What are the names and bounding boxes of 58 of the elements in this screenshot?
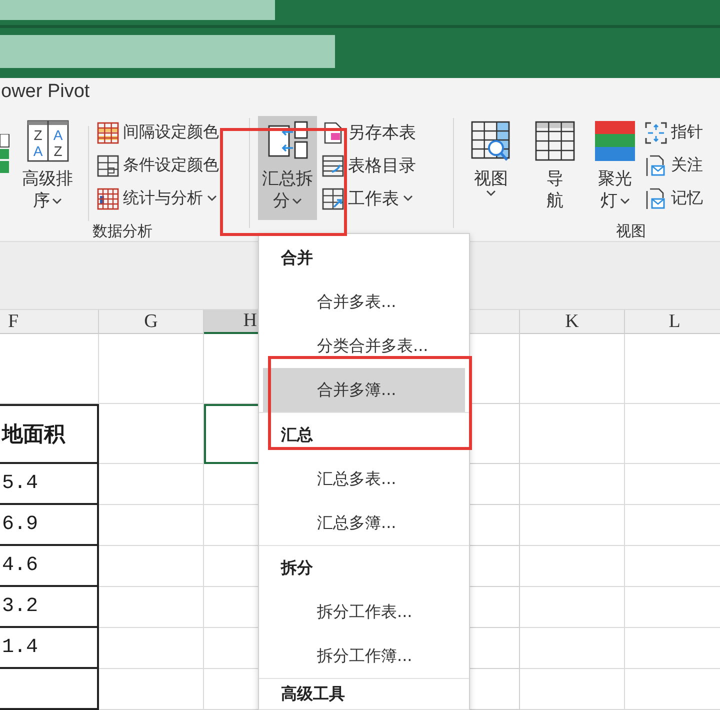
ribbon-button[interactable]: 工作表 <box>321 182 417 215</box>
ribbon-button[interactable]: 导 航 <box>530 116 580 220</box>
table-cell: 3.2 <box>0 587 99 628</box>
table-list-icon <box>322 154 344 176</box>
menu-item[interactable]: 合并多表... <box>263 280 465 324</box>
caret-icon <box>292 198 302 204</box>
ribbon-button[interactable]: 关注 <box>644 149 704 182</box>
column-header[interactable]: G <box>99 310 204 334</box>
caret-icon <box>52 198 62 204</box>
caret-icon <box>403 195 413 202</box>
table-stripes-icon <box>97 122 119 144</box>
color-bands-icon <box>594 120 636 162</box>
caret-icon <box>486 190 496 197</box>
mail-document-icon <box>645 154 667 176</box>
caret-icon <box>620 198 630 204</box>
menu-heading: 汇总 <box>281 424 313 446</box>
expand-arrows-icon <box>645 122 667 144</box>
menu-item[interactable]: 合并多簿... <box>263 368 465 412</box>
ribbon-button[interactable]: 汇总拆 分 <box>258 116 317 220</box>
ribbon-button[interactable]: 间隔设定颜色 <box>96 116 220 149</box>
menu-heading: 拆分 <box>281 556 313 578</box>
column-header[interactable]: L <box>625 310 720 334</box>
menu-heading: 合并 <box>281 246 313 268</box>
column-header[interactable]: H <box>204 310 260 334</box>
column-header[interactable]: F <box>0 310 99 334</box>
ribbon-button[interactable]: 条件设定颜色 <box>96 149 220 182</box>
menu-item[interactable]: 汇总多簿... <box>263 501 465 545</box>
table-header-cell: 地面积 <box>0 404 99 464</box>
menu-item[interactable]: 汇总多表... <box>263 457 465 501</box>
column-header[interactable]: K <box>520 310 625 334</box>
ribbon-button[interactable]: 聚光 灯 <box>590 116 640 220</box>
ribbon-button[interactable]: 视图 <box>466 116 516 220</box>
menu-item[interactable]: 拆分工作簿... <box>263 634 465 678</box>
caret-icon <box>207 195 217 202</box>
table-cell: 4.6 <box>0 546 99 587</box>
table-grid-icon <box>97 188 119 210</box>
ribbon-tab[interactable]: ower Pivot <box>1 81 90 103</box>
menu-item[interactable]: 拆分工作表... <box>263 590 465 634</box>
mail-document-icon <box>645 188 667 210</box>
table-cell: 1.4 <box>0 628 99 669</box>
ribbon-button[interactable]: 统计与分析 <box>96 182 220 215</box>
table-cell: 5.4 <box>0 464 99 505</box>
ribbon-button[interactable]: 表格目录 <box>321 149 417 182</box>
group-label: 视图 <box>616 222 646 241</box>
table-icon <box>97 154 119 176</box>
group-label: 数据分析 <box>92 222 152 241</box>
menu-item[interactable]: 分类合并多表... <box>263 324 465 368</box>
ribbon-button[interactable]: 记忆 <box>644 182 704 215</box>
table-icon <box>534 120 576 162</box>
menu-heading: 高级工具 <box>281 682 345 704</box>
table-search-icon <box>470 120 512 162</box>
selected-cell[interactable] <box>204 404 260 464</box>
ribbon-button[interactable]: 指针 <box>644 116 704 149</box>
ribbon-button[interactable]: 另存本表 <box>321 116 417 149</box>
table-cell: 6.9 <box>0 505 99 546</box>
sheet-icon <box>322 188 344 210</box>
sort-icon: Z A A Z <box>26 120 68 162</box>
ribbon-button[interactable]: Z A A Z 高级排 序 <box>18 116 77 220</box>
